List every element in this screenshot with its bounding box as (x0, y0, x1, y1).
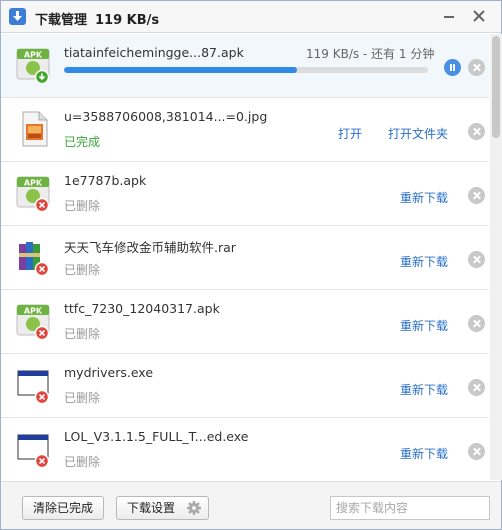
pause-icon[interactable] (444, 59, 461, 76)
clear-completed-button[interactable]: 清除已完成 (22, 496, 104, 520)
status-deleted: 已删除 (64, 455, 101, 469)
exe-file-icon (17, 434, 50, 468)
apk-file-icon: APK (16, 176, 50, 212)
redownload-link[interactable]: 重新下载 (400, 189, 448, 206)
close-button[interactable] (469, 6, 489, 26)
download-row[interactable]: APK 1e7787b.apk 已删除 重新下载 (1, 162, 489, 226)
open-link[interactable]: 打开 (338, 125, 362, 142)
svg-text:APK: APK (24, 179, 43, 188)
download-row[interactable]: LOL_V3.1.1.5_FULL_T...ed.exe 已删除 重新下载 (1, 418, 489, 480)
progress-bar (64, 67, 428, 73)
redownload-link[interactable]: 重新下载 (400, 381, 448, 398)
delete-icon[interactable] (468, 59, 485, 76)
status-deleted: 已删除 (64, 327, 101, 341)
title-bar[interactable]: 下载管理 119 KB/s (1, 1, 501, 33)
download-row[interactable]: 天天飞车修改金币辅助软件.rar 已删除 重新下载 (1, 226, 489, 290)
status-done: 已完成 (64, 135, 101, 149)
file-name: tiatainfeichemingge...87.apk (64, 45, 244, 60)
delete-icon[interactable] (468, 251, 485, 268)
gear-icon (187, 501, 201, 515)
scrollbar[interactable] (490, 34, 502, 480)
apk-file-icon: APK (16, 304, 50, 340)
download-row[interactable]: mydrivers.exe 已删除 重新下载 (1, 354, 489, 418)
download-settings-button[interactable]: 下载设置 (116, 496, 209, 520)
delete-icon[interactable] (468, 123, 485, 140)
download-list: APK tiatainfeichemingge...87.apk 119 KB/… (1, 34, 489, 480)
file-name: ttfc_7230_12040317.apk (64, 301, 220, 316)
rar-file-icon (19, 242, 50, 276)
delete-icon[interactable] (468, 315, 485, 332)
download-row[interactable]: APK ttfc_7230_12040317.apk 已删除 重新下载 (1, 290, 489, 354)
svg-text:APK: APK (24, 51, 43, 60)
minimize-button[interactable] (439, 6, 459, 26)
delete-icon[interactable] (468, 187, 485, 204)
file-name: LOL_V3.1.1.5_FULL_T...ed.exe (64, 429, 249, 444)
file-name: 1e7787b.apk (64, 173, 147, 188)
footer-bar: 清除已完成 下载设置 (1, 481, 501, 529)
image-file-icon (22, 111, 48, 147)
speed-eta: 119 KB/s - 还有 1 分钟 (306, 47, 435, 61)
close-icon (473, 10, 485, 22)
status-deleted: 已删除 (64, 391, 101, 405)
file-name: mydrivers.exe (64, 365, 154, 380)
redownload-link[interactable]: 重新下载 (400, 253, 448, 270)
download-manager-window: 下载管理 119 KB/s APK tiatainfeichemingge...8… (0, 0, 502, 530)
status-deleted: 已删除 (64, 263, 101, 277)
svg-text:APK: APK (24, 307, 43, 316)
file-name: u=3588706008,381014...=0.jpg (64, 109, 268, 124)
search-input[interactable] (330, 496, 490, 520)
progress-fill (64, 67, 297, 73)
exe-file-icon (17, 370, 50, 404)
scroll-thumb[interactable] (492, 36, 500, 138)
download-arrow-icon (9, 8, 26, 25)
file-name: 天天飞车修改金币辅助软件.rar (64, 240, 236, 255)
delete-icon[interactable] (468, 379, 485, 396)
open-folder-link[interactable]: 打开文件夹 (388, 125, 448, 142)
delete-icon[interactable] (468, 443, 485, 460)
status-deleted: 已删除 (64, 199, 101, 213)
window-title: 下载管理 119 KB/s (35, 13, 160, 28)
title-speed: 119 KB/s (95, 13, 160, 28)
download-settings-label: 下载设置 (127, 501, 176, 515)
redownload-link[interactable]: 重新下载 (400, 445, 448, 462)
apk-file-icon: APK (16, 48, 50, 84)
download-row[interactable]: APK tiatainfeichemingge...87.apk 119 KB/… (1, 34, 489, 98)
redownload-link[interactable]: 重新下载 (400, 317, 448, 334)
download-row[interactable]: u=3588706008,381014...=0.jpg 已完成 打开 打开文件… (1, 98, 489, 162)
